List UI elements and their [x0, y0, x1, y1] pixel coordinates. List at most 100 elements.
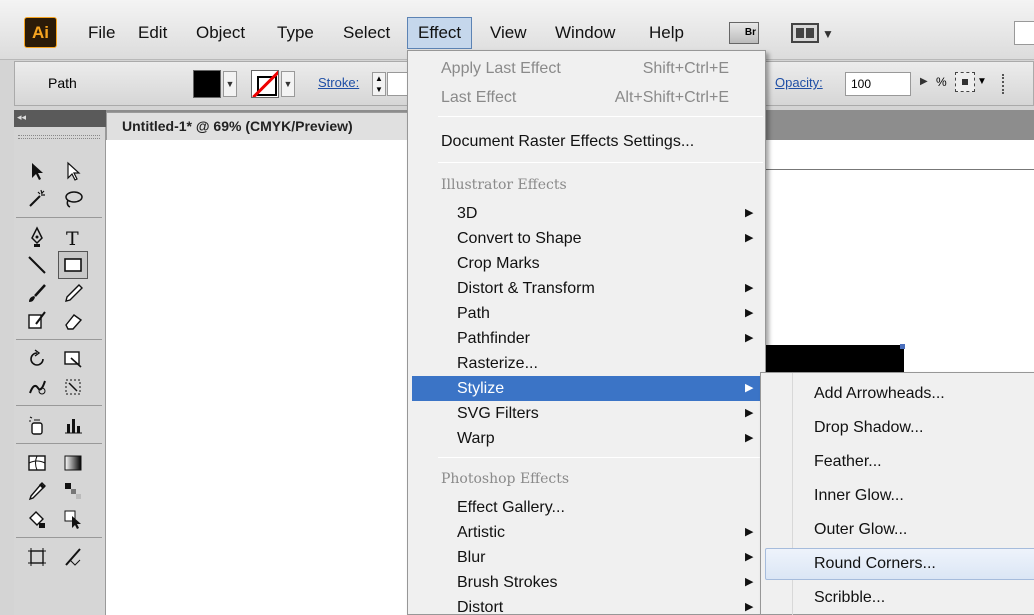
submenu-item-inner-glow[interactable]: Inner Glow... — [765, 480, 1034, 512]
free-transform-tool-icon[interactable] — [58, 373, 88, 401]
effect-menu: Apply Last Effect Shift+Ctrl+E Last Effe… — [407, 50, 766, 615]
submenu-arrow-icon: ▶ — [745, 407, 754, 419]
menu-item-convert-to-shape[interactable]: Convert to Shape ▶ — [408, 226, 765, 251]
menu-view[interactable]: View — [480, 17, 537, 49]
gradient-tool-icon[interactable] — [58, 449, 88, 477]
magic-wand-tool-icon[interactable] — [22, 185, 52, 213]
reference-point-icon[interactable] — [955, 72, 975, 92]
mesh-tool-icon[interactable] — [22, 449, 52, 477]
stroke-weight-stepper[interactable]: ▲ ▼ — [372, 72, 386, 96]
bridge-icon[interactable]: Br — [729, 22, 759, 44]
menu-item-effect-gallery[interactable]: Effect Gallery... — [408, 495, 765, 520]
divider — [16, 217, 102, 218]
paintbrush-tool-icon[interactable] — [22, 279, 52, 307]
menu-item-crop-marks[interactable]: Crop Marks — [408, 251, 765, 276]
symbol-sprayer-tool-icon[interactable] — [22, 411, 52, 439]
menu-file[interactable]: File — [78, 17, 125, 49]
menu-type[interactable]: Type — [267, 17, 324, 49]
menu-help[interactable]: Help — [639, 17, 694, 49]
column-graph-tool-icon[interactable] — [58, 411, 88, 439]
submenu-arrow-icon: ▶ — [745, 207, 754, 219]
blob-brush-tool-icon[interactable] — [22, 307, 52, 335]
selected-rectangle[interactable] — [766, 345, 904, 375]
menu-item-stylize[interactable]: Stylize ▶ — [412, 376, 762, 401]
line-tool-icon[interactable] — [22, 251, 52, 279]
stroke-weight-input[interactable] — [387, 72, 409, 96]
chevron-down-icon[interactable]: ▼ — [977, 76, 987, 87]
opacity-label[interactable]: Opacity: — [775, 75, 823, 90]
stroke-dropdown-button[interactable]: ▼ — [281, 71, 295, 97]
panel-grip[interactable] — [18, 135, 100, 139]
lasso-tool-icon[interactable] — [58, 185, 88, 213]
menu-window[interactable]: Window — [545, 17, 625, 49]
live-paint-selection-tool-icon[interactable] — [58, 505, 88, 533]
submenu-item-scribble[interactable]: Scribble... — [765, 582, 1034, 614]
menu-select[interactable]: Select — [333, 17, 400, 49]
pen-tool-icon[interactable] — [22, 223, 52, 251]
menu-item-blur[interactable]: Blur ▶ — [408, 545, 765, 570]
menu-item-label: Blur — [457, 549, 486, 566]
menu-item-distort[interactable]: Distort ▶ — [408, 595, 765, 615]
submenu-arrow-icon: ▶ — [745, 526, 754, 538]
opacity-input[interactable]: 100 — [845, 72, 911, 96]
submenu-item-add-arrowheads[interactable]: Add Arrowheads... — [765, 378, 1034, 410]
menu-item-label: Distort & Transform — [457, 280, 595, 297]
submenu-item-outer-glow[interactable]: Outer Glow... — [765, 514, 1034, 546]
menu-object[interactable]: Object — [186, 17, 255, 49]
menu-item-label: Last Effect — [441, 89, 517, 106]
slice-tool-icon[interactable] — [58, 543, 88, 571]
submenu-arrow-icon: ▶ — [745, 307, 754, 319]
submenu-item-feather[interactable]: Feather... — [765, 446, 1034, 478]
app-logo[interactable]: Ai — [24, 17, 57, 48]
selection-handle[interactable] — [900, 344, 905, 349]
artboard-tool-icon[interactable] — [22, 543, 52, 571]
menu-separator — [438, 457, 763, 458]
stroke-label[interactable]: Stroke: — [318, 75, 359, 90]
arrange-documents-icon[interactable] — [791, 23, 819, 43]
rectangle-tool-icon[interactable] — [58, 251, 88, 279]
eyedropper-tool-icon[interactable] — [22, 477, 52, 505]
menu-item-rasterize[interactable]: Rasterize... — [408, 351, 765, 376]
opacity-slider-arrow-icon[interactable]: ▶ — [920, 76, 928, 87]
menu-item-distort-transform[interactable]: Distort & Transform ▶ — [408, 276, 765, 301]
section-header: Photoshop Effects — [441, 471, 570, 487]
menu-item-path[interactable]: Path ▶ — [408, 301, 765, 326]
menu-item-artistic[interactable]: Artistic ▶ — [408, 520, 765, 545]
blend-tool-icon[interactable] — [58, 477, 88, 505]
submenu-arrow-icon: ▶ — [745, 432, 754, 444]
rotate-tool-icon[interactable] — [22, 345, 52, 373]
direct-selection-tool-icon[interactable] — [58, 157, 88, 185]
submenu-item-round-corners[interactable]: Round Corners... — [765, 548, 1034, 580]
menu-item-document-raster-effects-settings[interactable]: Document Raster Effects Settings... — [408, 129, 765, 154]
menu-item-brush-strokes[interactable]: Brush Strokes ▶ — [408, 570, 765, 595]
warp-tool-icon[interactable] — [22, 373, 52, 401]
tools-panel-header[interactable]: ◂◂ — [14, 110, 106, 127]
document-tab[interactable]: Untitled-1* @ 69% (CMYK/Preview) — [106, 112, 411, 140]
chevron-down-icon[interactable]: ▼ — [822, 27, 834, 41]
divider — [16, 443, 102, 444]
menu-edit[interactable]: Edit — [128, 17, 177, 49]
fill-color-swatch[interactable] — [193, 70, 221, 98]
stroke-color-swatch[interactable] — [251, 70, 279, 98]
menu-item-label: Pathfinder — [457, 330, 530, 347]
menu-item-warp[interactable]: Warp ▶ — [408, 426, 765, 451]
menu-item-apply-last-effect[interactable]: Apply Last Effect Shift+Ctrl+E — [408, 56, 765, 81]
menu-effect[interactable]: Effect — [407, 17, 473, 49]
search-input[interactable] — [1014, 21, 1034, 45]
live-paint-bucket-tool-icon[interactable] — [22, 505, 52, 533]
submenu-item-drop-shadow[interactable]: Drop Shadow... — [765, 412, 1034, 444]
fill-dropdown-button[interactable]: ▼ — [223, 71, 237, 97]
scale-tool-icon[interactable] — [58, 345, 88, 373]
menu-item-pathfinder[interactable]: Pathfinder ▶ — [408, 326, 765, 351]
type-tool-icon[interactable]: T — [58, 223, 88, 251]
menu-item-label: Effect Gallery... — [457, 499, 565, 516]
menu-item-last-effect[interactable]: Last Effect Alt+Shift+Ctrl+E — [408, 85, 765, 110]
bridge-label: Br — [744, 27, 756, 38]
eraser-tool-icon[interactable] — [58, 307, 88, 335]
pencil-tool-icon[interactable] — [58, 279, 88, 307]
menu-section-illustrator-effects: Illustrator Effects — [408, 173, 765, 198]
panel-grip-icon[interactable] — [1002, 74, 1014, 94]
menu-item-svg-filters[interactable]: SVG Filters ▶ — [408, 401, 765, 426]
menu-item-3d[interactable]: 3D ▶ — [408, 201, 765, 226]
selection-tool-icon[interactable] — [22, 157, 52, 185]
